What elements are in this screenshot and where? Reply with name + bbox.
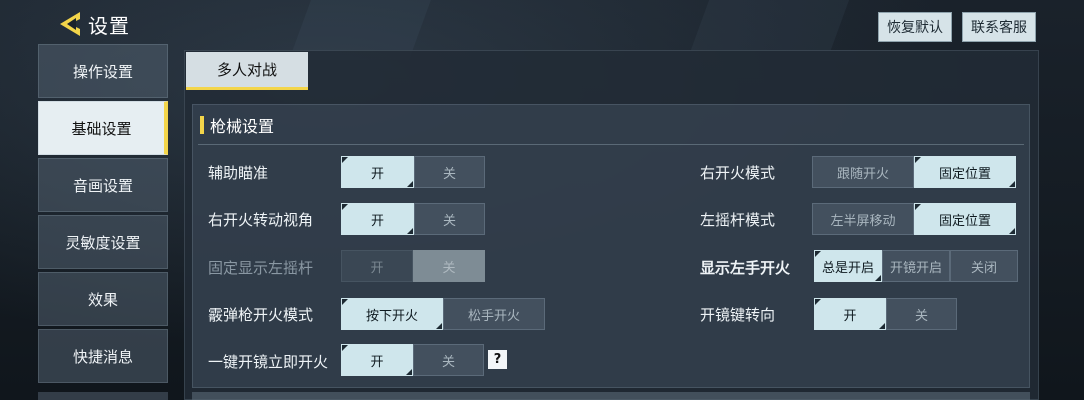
sidebar-item-effects[interactable]: 效果 (38, 272, 168, 326)
scope-instant-fire-off[interactable]: 关 (413, 344, 484, 376)
scope-key-turn-off[interactable]: 关 (886, 298, 957, 330)
section-title: 枪械设置 (200, 113, 274, 137)
shotgun-fire-mode-toggle: 按下开火 松手开火 (341, 298, 545, 330)
sidebar-item-operation[interactable]: 操作设置 (38, 44, 168, 98)
left-joystick-fixed[interactable]: 固定位置 (914, 203, 1016, 235)
fixed-left-joystick-off: 关 (413, 250, 485, 282)
weapon-settings-section (192, 104, 1030, 388)
sidebar-item-quick-messages[interactable]: 快捷消息 (38, 329, 168, 383)
contact-service-button[interactable]: 联系客服 (962, 12, 1036, 42)
sidebar-item-partial[interactable] (38, 392, 168, 400)
right-fire-turn-label: 右开火转动视角 (208, 211, 314, 229)
right-fire-fixed[interactable]: 固定位置 (914, 156, 1016, 188)
sidebar-item-sensitivity[interactable]: 灵敏度设置 (38, 215, 168, 269)
aim-assist-label: 辅助瞄准 (208, 164, 269, 182)
shotgun-release-fire[interactable]: 松手开火 (443, 298, 545, 330)
sidebar-item-audio-video[interactable]: 音画设置 (38, 158, 168, 212)
shotgun-press-fire[interactable]: 按下开火 (341, 298, 443, 330)
left-joystick-mode-label: 左摇杆模式 (700, 211, 776, 229)
shotgun-fire-mode-label: 霰弹枪开火模式 (208, 306, 314, 324)
fixed-left-joystick-label: 固定显示左摇杆 (208, 259, 314, 277)
show-left-fire-off[interactable]: 关闭 (950, 250, 1018, 282)
scope-instant-fire-toggle: 开 关 (341, 344, 484, 376)
scope-instant-fire-label: 一键开镜立即开火 (208, 353, 329, 371)
scope-key-turn-label: 开镜键转向 (700, 306, 776, 324)
show-left-fire-scope[interactable]: 开镜开启 (882, 250, 950, 282)
top-bar: 设置 恢复默认 联系客服 (0, 0, 1084, 48)
section-title-text: 枪械设置 (210, 117, 275, 136)
fixed-left-joystick-on: 开 (341, 250, 413, 282)
aim-assist-on[interactable]: 开 (341, 156, 414, 188)
right-fire-turn-on[interactable]: 开 (341, 203, 414, 235)
scope-key-turn-toggle: 开 关 (814, 298, 957, 330)
show-left-fire-always[interactable]: 总是开启 (814, 250, 882, 282)
scope-key-turn-on[interactable]: 开 (814, 298, 886, 330)
left-joystick-mode-toggle: 左半屏移动 固定位置 (812, 203, 1016, 235)
scope-instant-fire-on[interactable]: 开 (341, 344, 413, 376)
page-title: 设置 (88, 14, 130, 38)
sidebar-item-basic[interactable]: 基础设置 (38, 101, 168, 155)
aim-assist-toggle: 开 关 (341, 156, 485, 188)
right-fire-turn-off[interactable]: 关 (414, 203, 485, 235)
next-section-partial (192, 392, 1030, 400)
aim-assist-off[interactable]: 关 (414, 156, 485, 188)
show-left-fire-label: 显示左手开火 (700, 259, 791, 277)
right-fire-mode-toggle: 跟随开火 固定位置 (812, 156, 1016, 188)
right-fire-mode-label: 右开火模式 (700, 164, 776, 182)
sidebar-nav: 操作设置 基础设置 音画设置 灵敏度设置 效果 快捷消息 (38, 44, 170, 386)
tab-multiplayer[interactable]: 多人对战 (186, 52, 308, 90)
back-button[interactable] (54, 8, 86, 40)
show-left-fire-toggle: 总是开启 开镜开启 关闭 (814, 250, 1018, 282)
back-arrow-icon (60, 12, 80, 36)
right-fire-follow[interactable]: 跟随开火 (812, 156, 914, 188)
fixed-left-joystick-toggle: 开 关 (341, 250, 485, 282)
restore-default-button[interactable]: 恢复默认 (878, 12, 952, 42)
section-accent-bar (200, 116, 204, 134)
left-half-screen-move[interactable]: 左半屏移动 (812, 203, 914, 235)
help-icon[interactable]: ? (488, 350, 507, 369)
right-fire-turn-toggle: 开 关 (341, 203, 485, 235)
section-divider (198, 144, 1024, 145)
